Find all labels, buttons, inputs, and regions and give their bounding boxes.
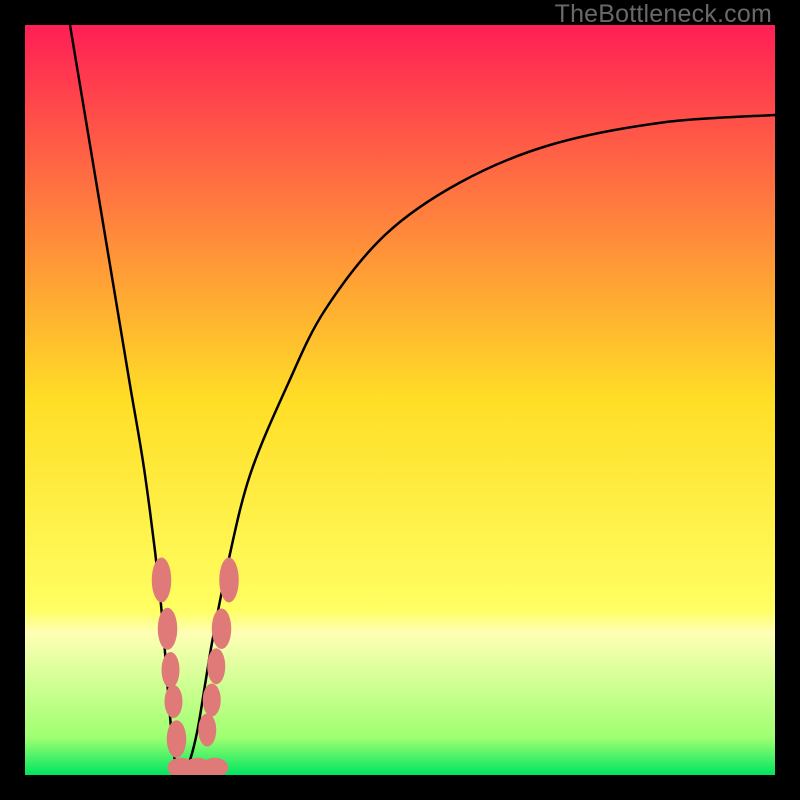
data-marker xyxy=(212,609,232,650)
data-marker xyxy=(167,720,187,758)
data-marker xyxy=(152,558,172,603)
data-marker xyxy=(198,714,216,747)
data-marker xyxy=(158,608,178,650)
plot-area xyxy=(25,25,775,775)
data-marker xyxy=(207,648,225,684)
data-marker xyxy=(203,684,221,717)
data-marker xyxy=(165,685,183,718)
gradient-background xyxy=(25,25,775,775)
data-marker xyxy=(162,652,180,688)
bottleneck-chart xyxy=(25,25,775,775)
chart-container: TheBottleneck.com xyxy=(0,0,800,800)
data-marker xyxy=(219,558,239,603)
